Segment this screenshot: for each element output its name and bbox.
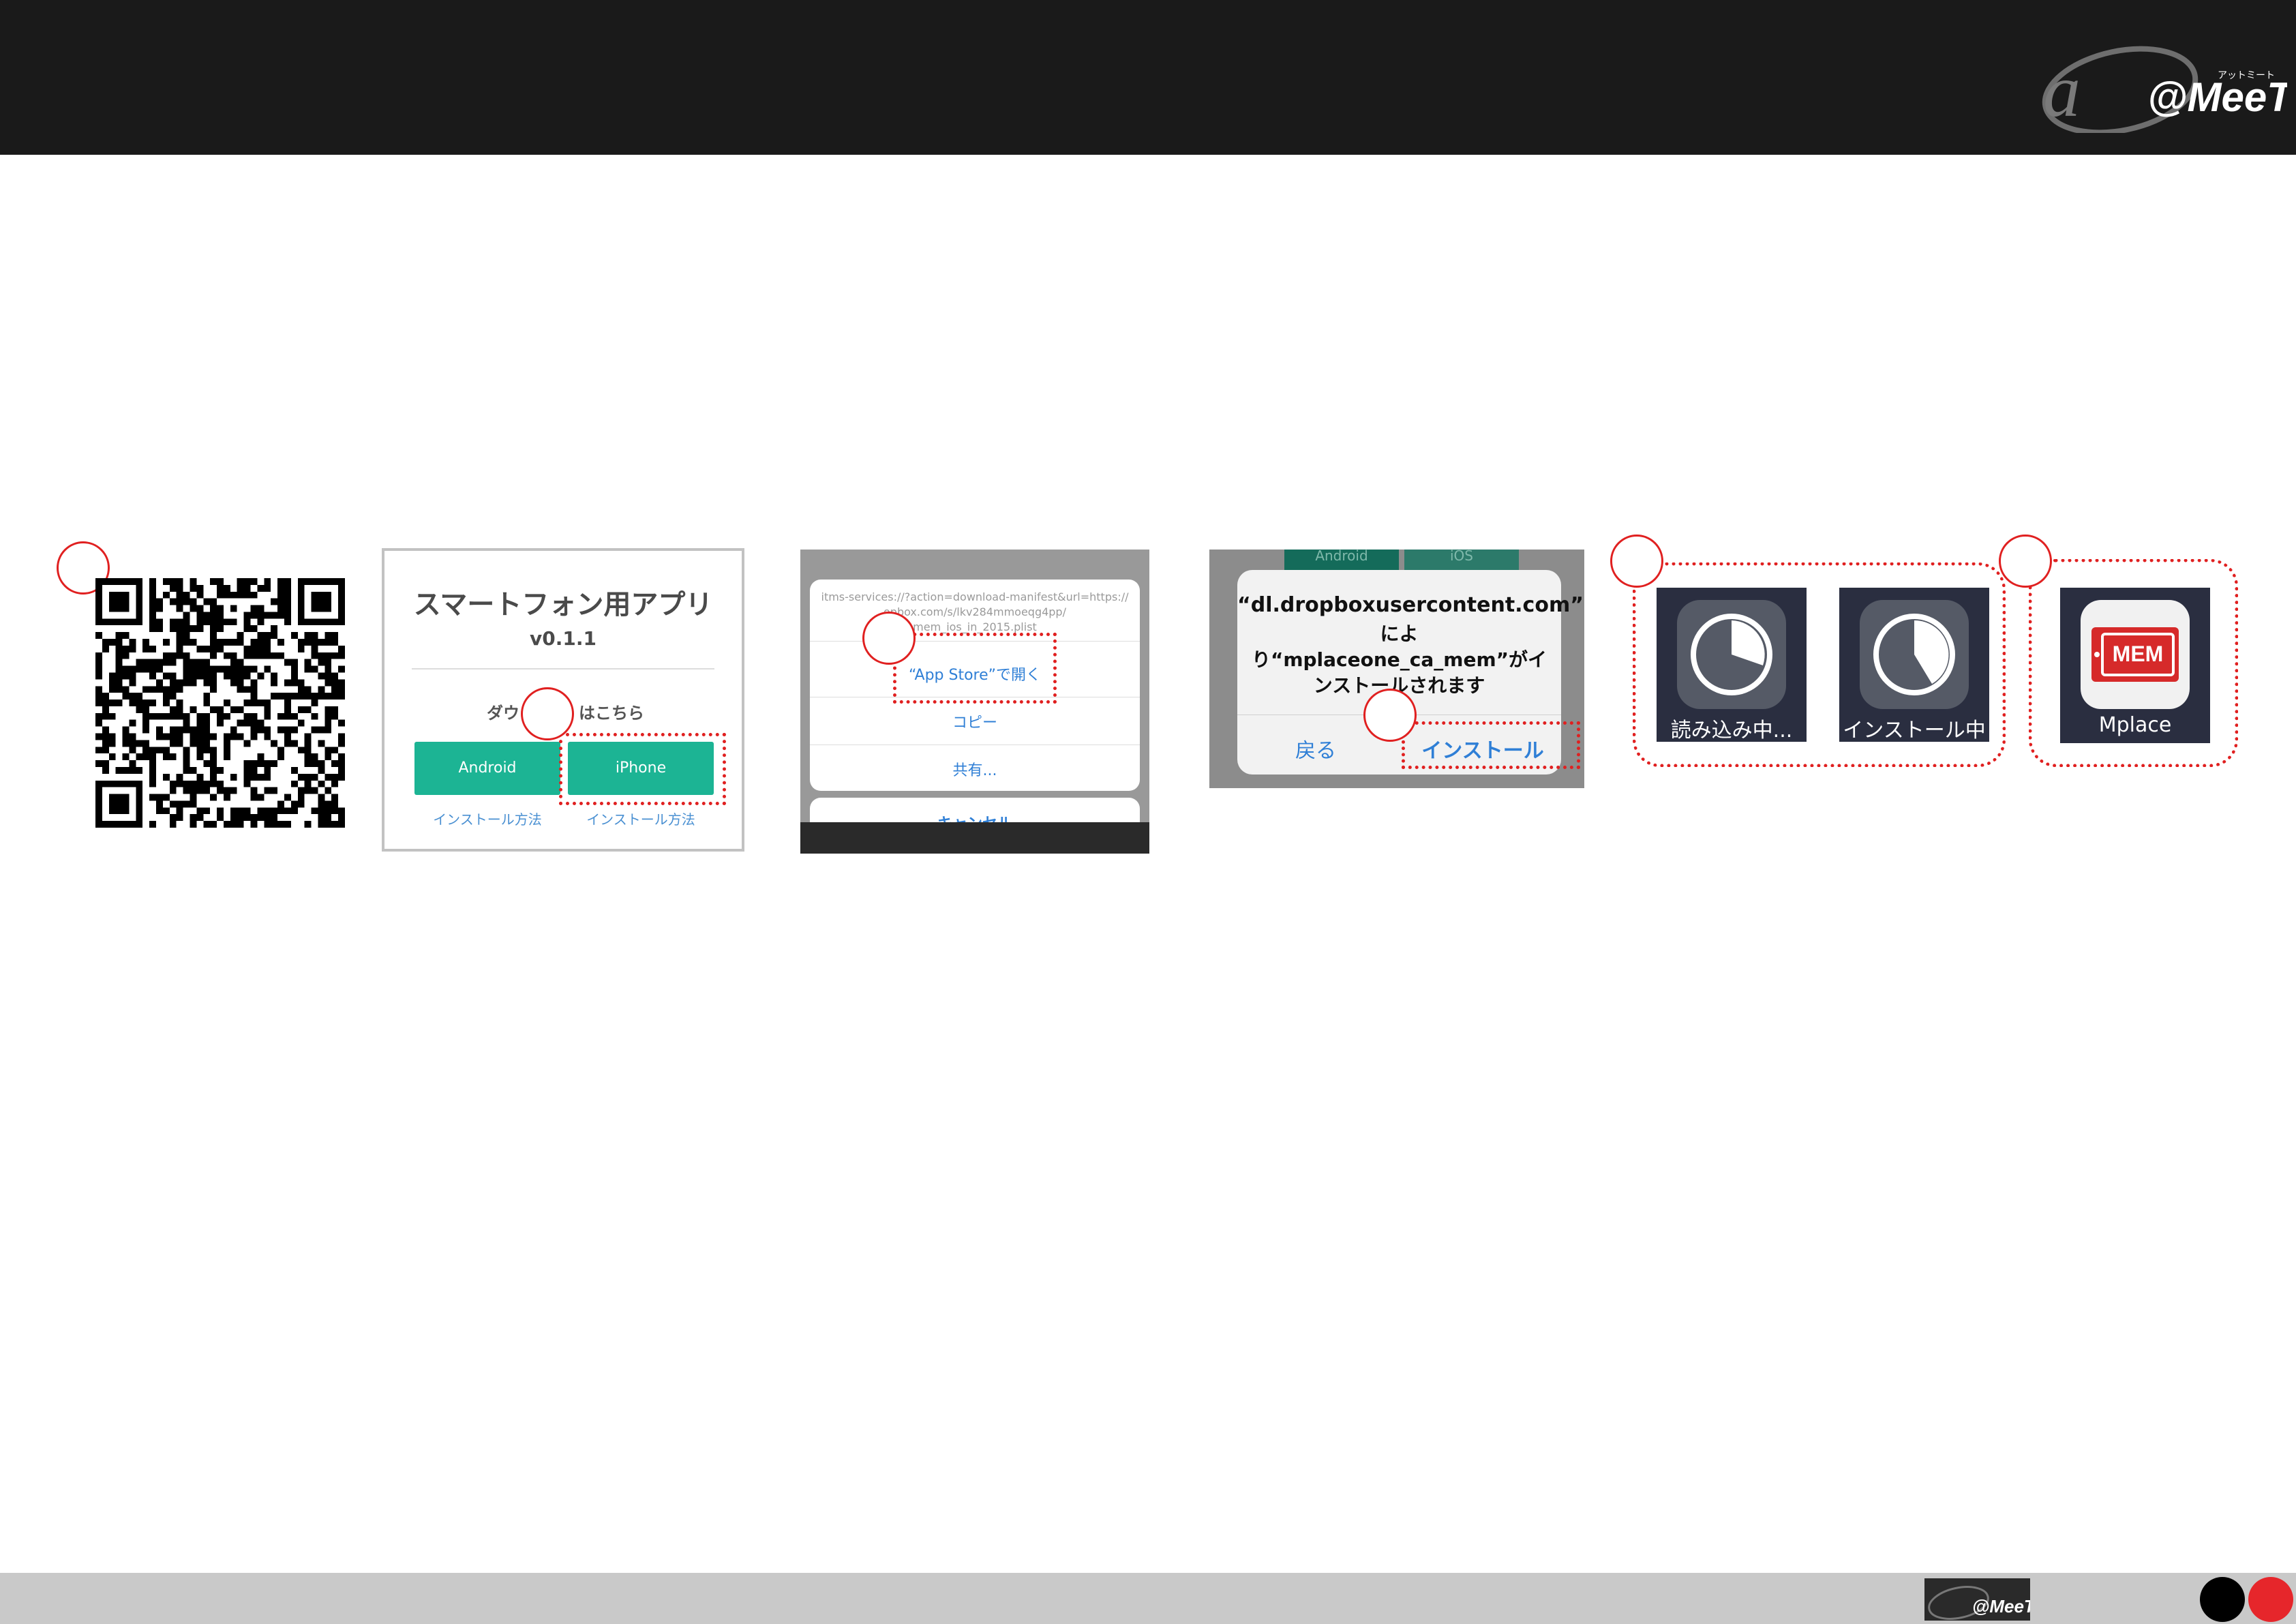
loading-label: 読み込み中... (1670, 719, 1793, 742)
step-marker-4 (1363, 689, 1417, 742)
svg-text:a: a (2043, 49, 2081, 132)
highlight-iphone-button (559, 733, 726, 805)
url-line-2: opbox.com/s/lkv284mmoeqg4pp/ (883, 605, 1066, 618)
installed-app-label: Mplace (2098, 713, 2172, 737)
step-marker-6 (1999, 535, 2052, 588)
iphone-install-guide-link[interactable]: インストール方法 (568, 809, 714, 828)
url-line-1: itms-services://?action=download-manifes… (821, 590, 1129, 603)
share-option[interactable]: 共有... (810, 758, 1140, 780)
footer-logo-wordmark: @MeeT (1972, 1596, 2030, 1617)
footer-logo: @MeeT (1924, 1578, 2030, 1621)
installing-progress-icon (1860, 600, 1969, 709)
download-text-suffix: はこちら (579, 704, 644, 723)
bg-android-button: Android (1284, 549, 1399, 570)
app-version: v0.1.1 (530, 627, 596, 650)
bottom-strip (800, 822, 1149, 854)
alert-line-2: によ (1380, 622, 1419, 645)
mem-app-icon: MEM (2081, 600, 2190, 709)
logo-wordmark: @MeeT (2147, 74, 2287, 120)
step-marker-3 (862, 612, 916, 665)
android-download-button[interactable]: Android (414, 742, 560, 795)
logo-tagline: アットミート (2218, 70, 2275, 80)
alert-back-button[interactable]: 戻る (1237, 734, 1394, 764)
black-circle (2200, 1577, 2245, 1622)
installing-app-tile: インストール中 (1839, 588, 1989, 742)
step-marker-5 (1610, 535, 1663, 588)
highlight-app-store-option (893, 633, 1057, 704)
mem-icon-text: MEM (2113, 642, 2164, 666)
bg-ios-button: iOS (1404, 549, 1519, 570)
alert-line-1: “dl.dropboxusercontent.com” (1237, 593, 1584, 617)
alert-line-3: り“mplaceone_ca_mem”がイ (1251, 648, 1547, 671)
header-bar (0, 0, 2296, 155)
installed-app-tile[interactable]: MEM Mplace (2060, 588, 2210, 743)
installing-label: インストール中 (1843, 719, 1986, 742)
copy-option[interactable]: コピー (810, 710, 1140, 732)
loading-app-tile: 読み込み中... (1657, 588, 1807, 742)
ameet-logo: a @MeeT アットミート (2042, 46, 2287, 133)
step-marker-2 (521, 687, 574, 740)
url-line-3: mem_ios_in_2015.plist (913, 620, 1037, 633)
android-install-guide-link[interactable]: インストール方法 (414, 809, 560, 828)
divider (412, 668, 714, 670)
red-circle (2248, 1577, 2293, 1622)
qr-code (95, 578, 345, 828)
loading-progress-icon (1677, 600, 1786, 709)
highlight-install-button (1402, 721, 1580, 769)
download-page-title: スマートフォン用アプリ (413, 589, 713, 620)
